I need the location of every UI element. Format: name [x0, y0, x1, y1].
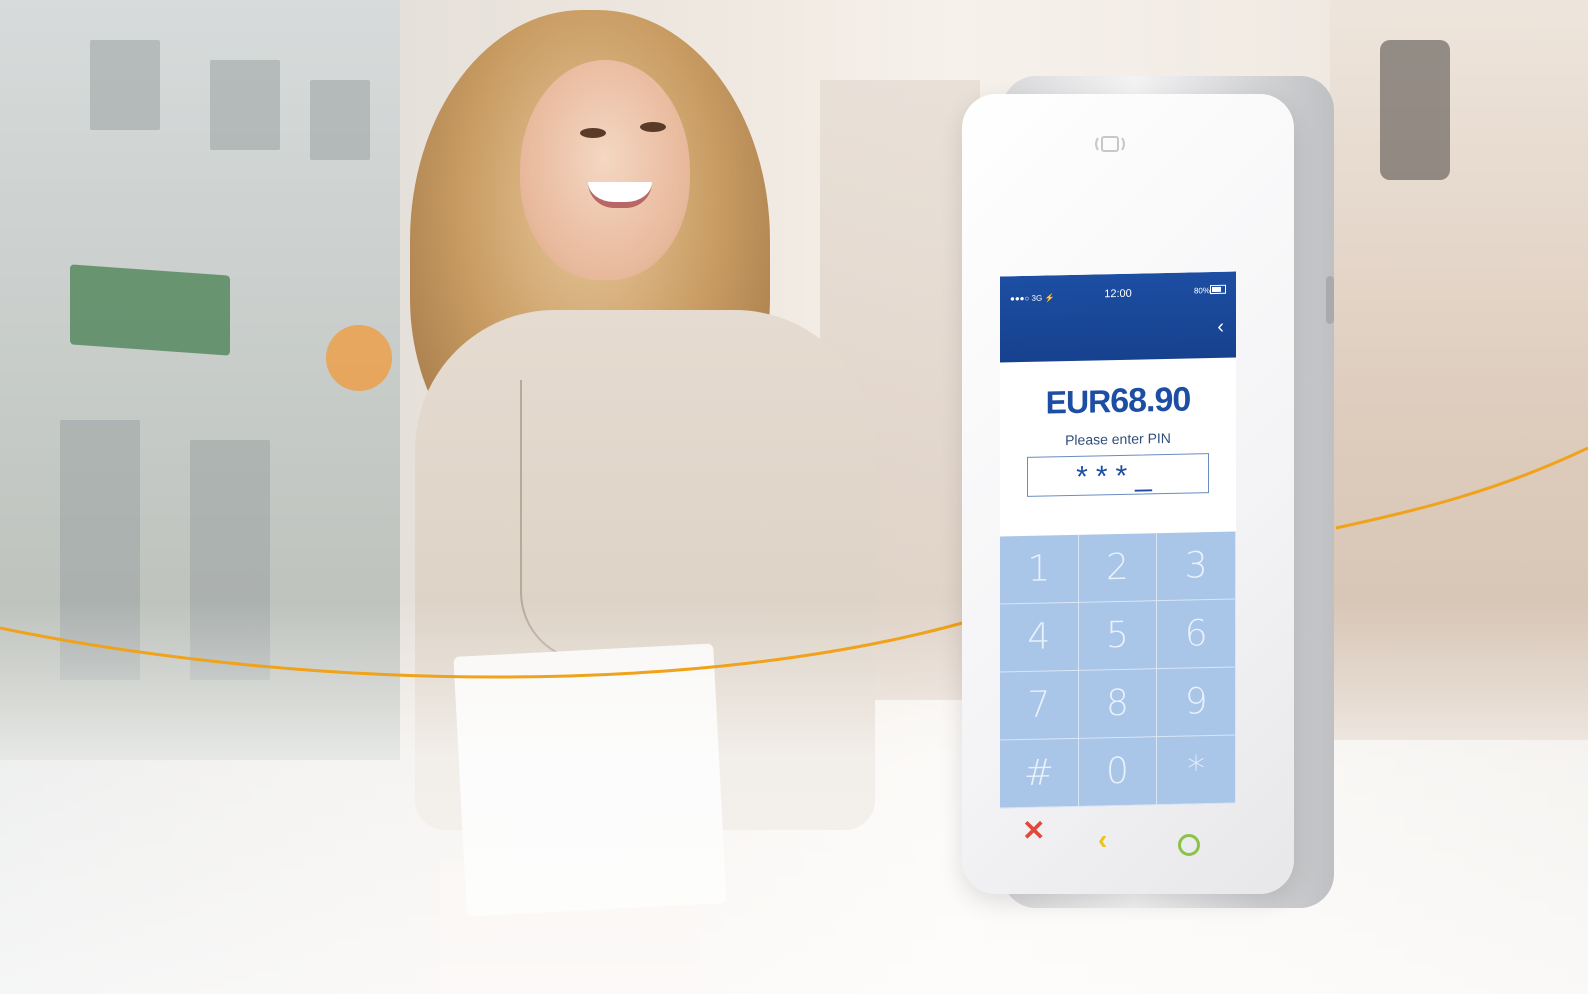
amount-value: 68.90	[1110, 380, 1191, 421]
hardware-buttons: ✕ ‹	[1022, 814, 1222, 856]
key-8[interactable]: 8	[1078, 669, 1158, 739]
key-1[interactable]: 1	[1000, 534, 1079, 605]
side-button[interactable]	[1326, 276, 1334, 324]
key-3[interactable]: 3	[1157, 531, 1236, 602]
key-7[interactable]: 7	[1000, 670, 1079, 741]
pin-keypad: 1 2 3 4 5 6 7 8 9 # 0 *	[1000, 531, 1236, 809]
cancel-x-icon[interactable]: ✕	[1022, 814, 1045, 847]
key-0[interactable]: 0	[1078, 737, 1158, 807]
battery-percent: 80%	[1193, 286, 1210, 296]
contactless-icon	[1095, 136, 1125, 152]
terminal-front: ●●●○ 3G ⚡ 12:00 80% ‹ EUR68.90 Please en…	[962, 94, 1294, 894]
key-6[interactable]: 6	[1157, 599, 1236, 670]
orange-wave-line	[0, 446, 1588, 679]
key-5[interactable]: 5	[1078, 601, 1158, 671]
key-9[interactable]: 9	[1157, 667, 1236, 738]
pin-prompt: Please enter PIN	[1065, 429, 1171, 449]
status-bar: ●●●○ 3G ⚡ 12:00 80% ‹	[1000, 271, 1236, 363]
ok-circle-icon[interactable]	[1178, 834, 1200, 856]
key-2[interactable]: 2	[1078, 533, 1158, 603]
back-chevron-icon[interactable]: ‹	[1217, 316, 1224, 339]
battery-icon	[1210, 284, 1226, 295]
pin-input[interactable]: ***_	[1027, 453, 1209, 497]
terminal-screen: ●●●○ 3G ⚡ 12:00 80% ‹ EUR68.90 Please en…	[1000, 271, 1236, 809]
back-chevron-hw-icon[interactable]: ‹	[1098, 824, 1107, 856]
key-hash[interactable]: #	[1000, 738, 1079, 809]
amount-currency: EUR	[1045, 383, 1111, 421]
key-4[interactable]: 4	[1000, 602, 1079, 673]
payment-amount: EUR68.90	[1000, 380, 1236, 424]
key-star[interactable]: *	[1157, 735, 1236, 806]
street-background	[0, 0, 1588, 994]
payment-terminal: ●●●○ 3G ⚡ 12:00 80% ‹ EUR68.90 Please en…	[962, 76, 1340, 908]
